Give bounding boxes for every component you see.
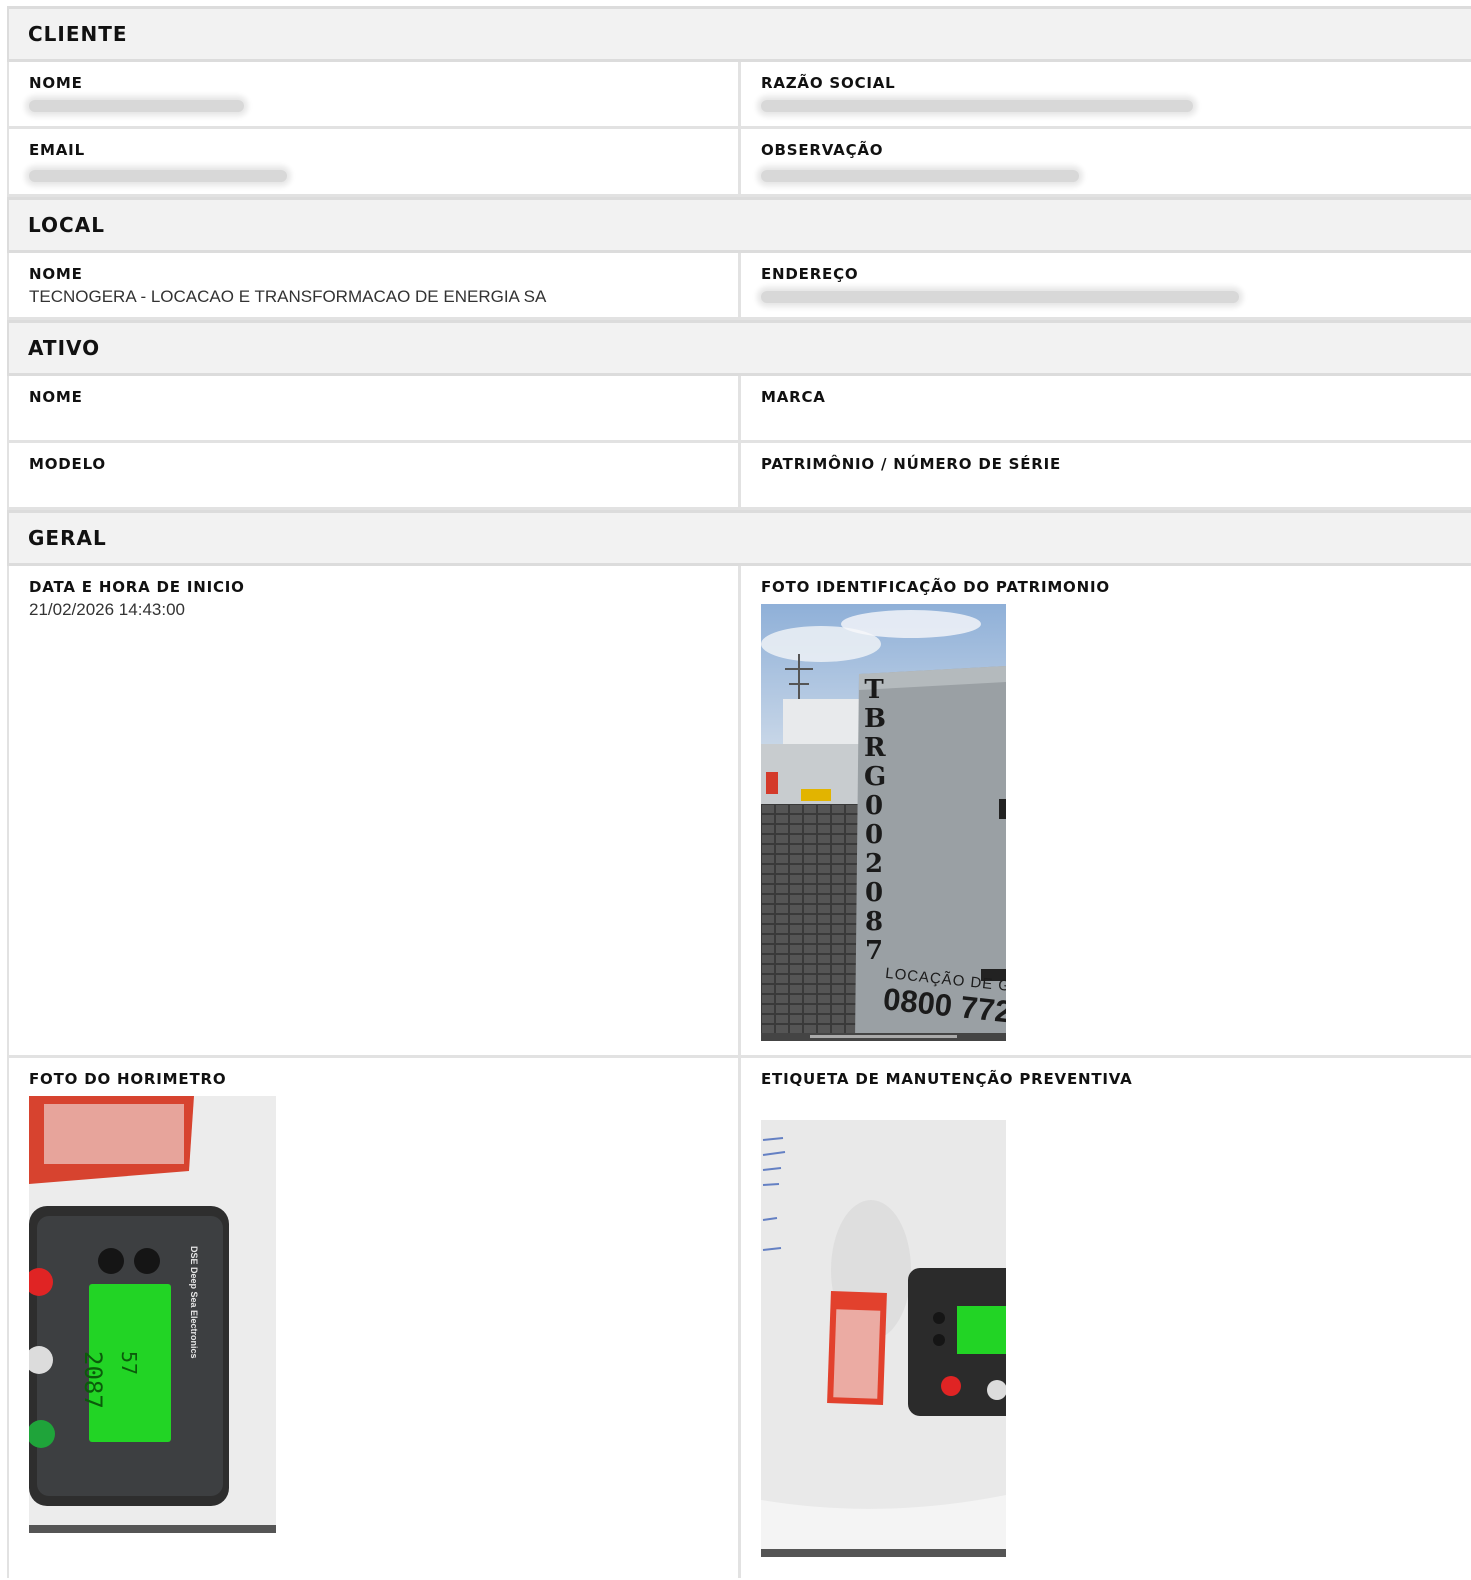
inicio-value: 21/02/2026 14:43:00 [29, 600, 185, 619]
ativo-nome-cell: NOME [7, 376, 738, 440]
section-ativo-header: ATIVO [7, 320, 1471, 376]
serial-stencil: TBRG002087 [864, 675, 887, 966]
field-label: PATRIMÔNIO / NÚMERO DE SÉRIE [761, 455, 1062, 473]
local-nome-cell: NOME TECNOGERA - LOCACAO E TRANSFORMACAO… [7, 253, 738, 317]
field-label: NOME [29, 265, 83, 283]
redacted-value [29, 100, 244, 112]
field-label: MARCA [761, 388, 826, 406]
section-title: CLIENTE [28, 22, 128, 46]
field-label: OBSERVAÇÃO [761, 141, 884, 159]
section-title: ATIVO [28, 336, 101, 360]
geral-row-1: DATA E HORA DE INICIO 21/02/2026 14:43:0… [7, 566, 1471, 1058]
field-label: ENDEREÇO [761, 265, 859, 283]
field-label: NOME [29, 74, 83, 92]
field-label: DATA E HORA DE INICIO [29, 578, 245, 596]
section-title: LOCAL [28, 213, 105, 237]
field-label: NOME [29, 388, 83, 406]
horimetro-photo-illustration [29, 1096, 276, 1533]
minutes-readout: 57 [117, 1351, 141, 1376]
redacted-value [29, 170, 287, 182]
geral-foto-horimetro-cell: FOTO DO HORIMETRO 2087 57 DSE Deep Sea E… [7, 1058, 738, 1578]
local-nome-value: TECNOGERA - LOCACAO E TRANSFORMACAO DE E… [29, 287, 547, 306]
field-label: FOTO IDENTIFICAÇÃO DO PATRIMONIO [761, 578, 1110, 596]
section-cliente-header: CLIENTE [7, 6, 1471, 62]
geral-inicio-cell: DATA E HORA DE INICIO 21/02/2026 14:43:0… [7, 566, 738, 1055]
hours-readout: 2087 [79, 1351, 107, 1409]
redacted-value [761, 291, 1239, 303]
section-title: GERAL [28, 526, 107, 550]
geral-row-2: FOTO DO HORIMETRO 2087 57 DSE Deep Sea E… [7, 1058, 1471, 1578]
cliente-email-cell: EMAIL [7, 129, 738, 194]
etiqueta-photo[interactable] [761, 1120, 1006, 1557]
cliente-nome-cell: NOME [7, 62, 738, 126]
redacted-value [761, 100, 1193, 112]
local-endereco-cell: ENDEREÇO [738, 253, 1471, 317]
dse-brand: DSE Deep Sea Electronics [189, 1246, 199, 1359]
ativo-row-1: NOME MARCA [7, 376, 1471, 443]
cliente-row-2: EMAIL OBSERVAÇÃO [7, 129, 1471, 197]
etiqueta-photo-illustration [761, 1120, 1006, 1557]
section-local-header: LOCAL [7, 197, 1471, 253]
cliente-razao-cell: RAZÃO SOCIAL [738, 62, 1471, 126]
ativo-row-2: MODELO PATRIMÔNIO / NÚMERO DE SÉRIE [7, 443, 1471, 510]
horimetro-photo[interactable]: 2087 57 DSE Deep Sea Electronics [29, 1096, 276, 1533]
photo-timestamp [761, 1033, 1006, 1041]
section-geral-header: GERAL [7, 510, 1471, 566]
field-label: RAZÃO SOCIAL [761, 74, 896, 92]
cliente-row-1: NOME RAZÃO SOCIAL [7, 62, 1471, 129]
report-sheet: CLIENTE NOME RAZÃO SOCIAL EMAIL OBSERVAÇ… [7, 6, 1471, 1578]
geral-foto-patrimonio-cell: FOTO IDENTIFICAÇÃO DO PATRIMONIO TBRG002… [738, 566, 1471, 1055]
field-label: MODELO [29, 455, 106, 473]
field-label: EMAIL [29, 141, 85, 159]
geral-etiqueta-cell: ETIQUETA DE MANUTENÇÃO PREVENTIVA [738, 1058, 1471, 1578]
ativo-patrimonio-cell: PATRIMÔNIO / NÚMERO DE SÉRIE [738, 443, 1471, 507]
field-label: ETIQUETA DE MANUTENÇÃO PREVENTIVA [761, 1070, 1133, 1088]
cliente-obs-cell: OBSERVAÇÃO [738, 129, 1471, 194]
ativo-modelo-cell: MODELO [7, 443, 738, 507]
patrimonio-photo[interactable]: TBRG002087 LOCAÇÃO DE GE 0800 772 [761, 604, 1006, 1041]
field-label: FOTO DO HORIMETRO [29, 1070, 227, 1088]
redacted-value [761, 170, 1079, 182]
ativo-marca-cell: MARCA [738, 376, 1471, 440]
local-row-1: NOME TECNOGERA - LOCACAO E TRANSFORMACAO… [7, 253, 1471, 320]
